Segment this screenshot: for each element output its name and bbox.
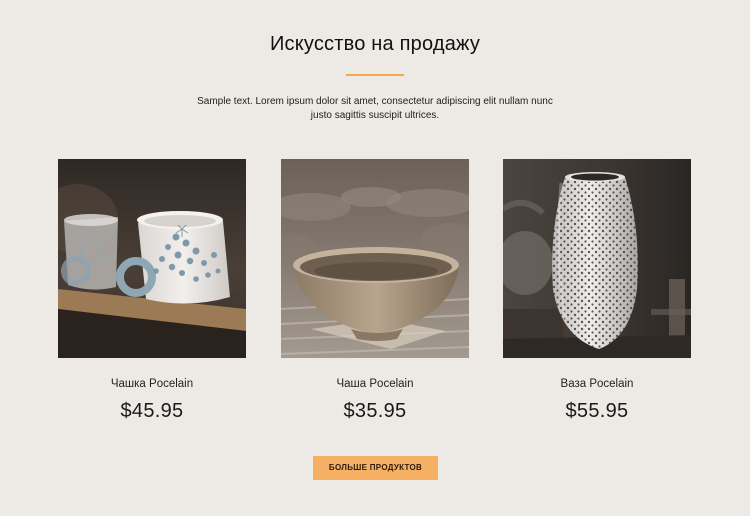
product-image-cups[interactable]: [58, 159, 246, 358]
product-image-vase[interactable]: [503, 159, 691, 358]
section-title: Искусство на продажу: [269, 33, 481, 55]
product-card[interactable]: Ваза Pocelain $55.95: [503, 159, 691, 423]
product-name: Ваза Pocelain: [560, 378, 634, 390]
products-section: Искусство на продажу Sample text. Lorem …: [0, 0, 750, 516]
product-price: $35.95: [343, 400, 407, 422]
product-price: $55.95: [565, 400, 629, 422]
product-image-bowl[interactable]: [281, 159, 469, 358]
more-products-button[interactable]: БОЛЬШЕ ПРОДУКТОВ: [313, 456, 438, 480]
product-card[interactable]: Чашка Pocelain $45.95: [58, 159, 246, 423]
product-price: $45.95: [120, 400, 184, 422]
title-divider: [346, 74, 404, 76]
product-card[interactable]: Чаша Pocelain $35.95: [281, 159, 469, 423]
product-name: Чашка Pocelain: [110, 378, 194, 390]
product-name: Чаша Pocelain: [336, 378, 414, 390]
section-description: Sample text. Lorem ipsum dolor sit amet,…: [197, 96, 553, 121]
